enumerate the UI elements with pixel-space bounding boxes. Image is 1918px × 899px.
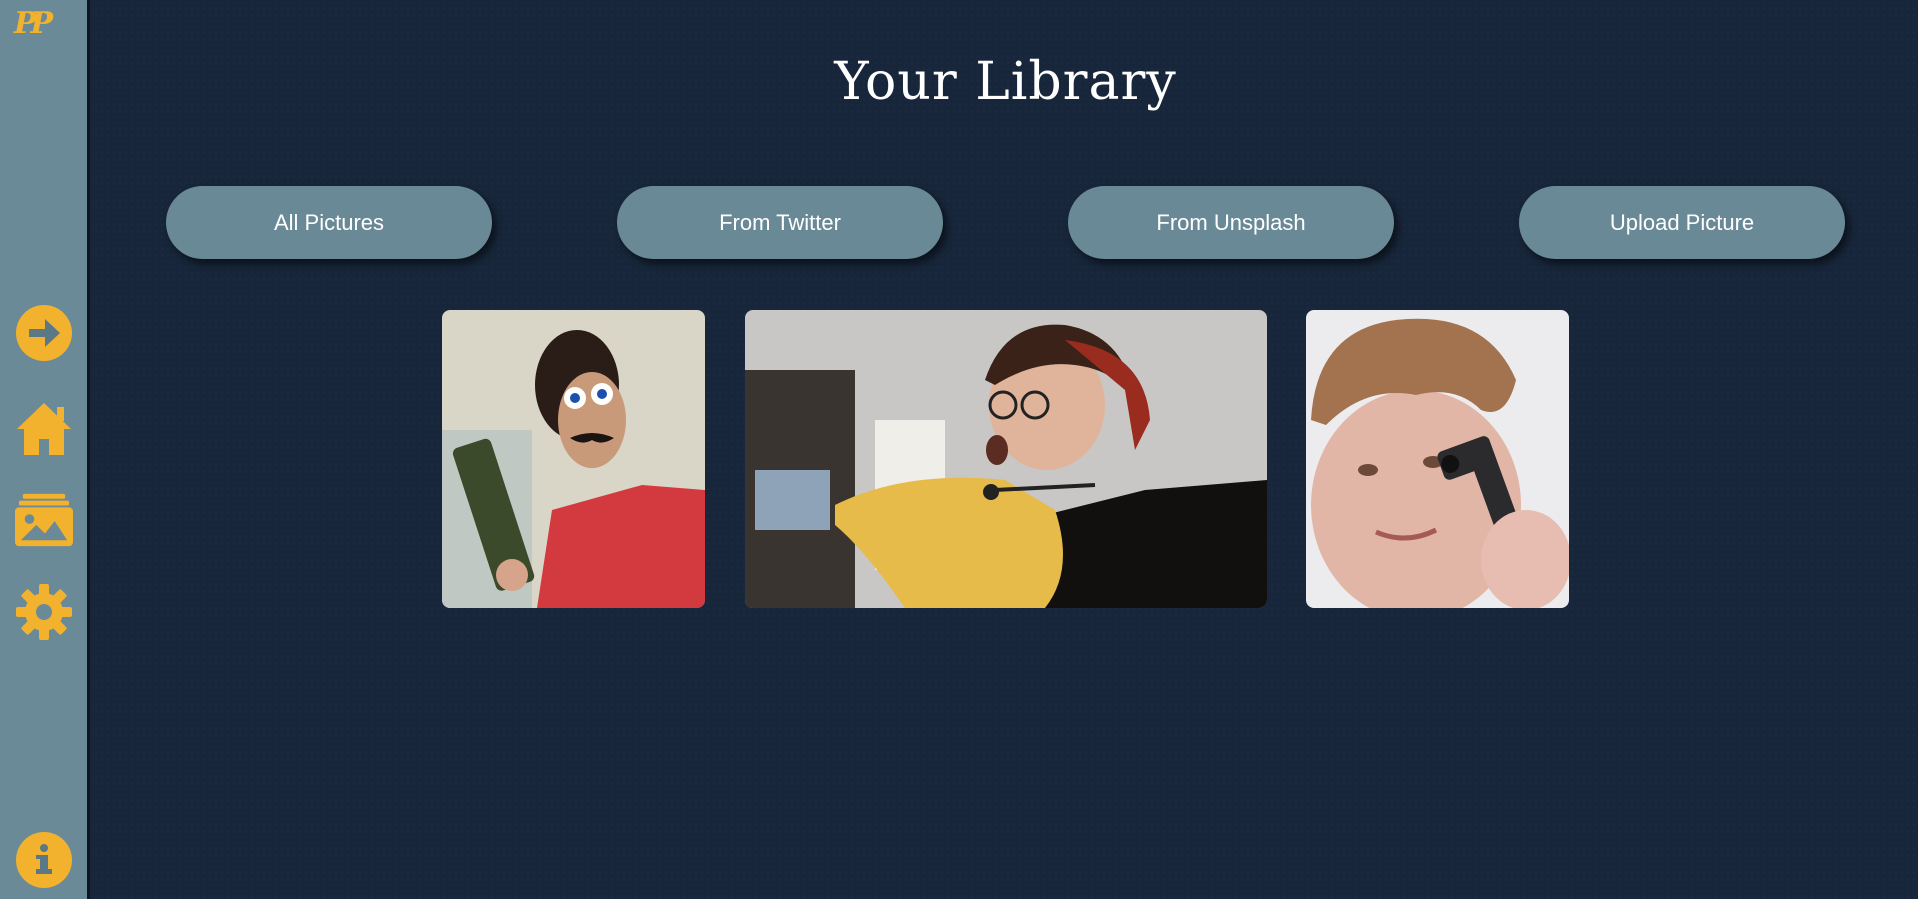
sidebar: PP bbox=[0, 0, 90, 899]
picture-image bbox=[442, 310, 705, 608]
gear-icon bbox=[16, 584, 72, 640]
sidebar-item-home[interactable] bbox=[15, 400, 73, 458]
info-icon bbox=[16, 832, 72, 888]
filter-from-unsplash-button[interactable]: From Unsplash bbox=[1068, 186, 1394, 259]
sidebar-item-info[interactable] bbox=[15, 831, 73, 889]
filter-all-pictures-button[interactable]: All Pictures bbox=[166, 186, 492, 259]
app-logo[interactable]: PP bbox=[14, 6, 76, 46]
library-picture[interactable] bbox=[442, 310, 705, 608]
library-picture[interactable] bbox=[745, 310, 1267, 608]
page-title: Your Library bbox=[834, 52, 1177, 112]
sidebar-item-settings[interactable] bbox=[15, 583, 73, 641]
gallery-icon bbox=[15, 493, 73, 547]
upload-picture-button[interactable]: Upload Picture bbox=[1519, 186, 1845, 259]
home-icon bbox=[17, 403, 71, 455]
sidebar-item-login[interactable] bbox=[15, 304, 73, 362]
main-content: Your Library All Pictures From Twitter F… bbox=[93, 0, 1918, 899]
sidebar-item-library[interactable] bbox=[15, 491, 73, 549]
picture-image bbox=[1306, 310, 1569, 608]
arrow-right-circle-icon bbox=[16, 305, 72, 361]
picture-image bbox=[745, 310, 1267, 608]
filter-from-twitter-button[interactable]: From Twitter bbox=[617, 186, 943, 259]
library-picture[interactable] bbox=[1306, 310, 1569, 608]
